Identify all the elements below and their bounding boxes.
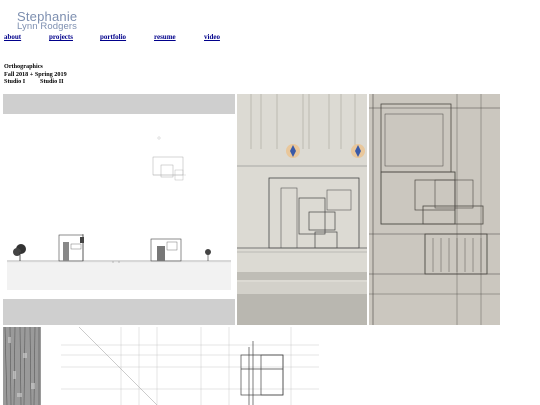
- logo-last-name: Lynn Rodgers: [17, 21, 77, 32]
- site-logo[interactable]: Stephanie Lynn Rodgers: [17, 10, 87, 32]
- nav-link-projects[interactable]: projects: [49, 33, 73, 41]
- gallery-image-line-grid[interactable]: [61, 327, 319, 405]
- gallery-image-pencil-texture[interactable]: [3, 327, 41, 405]
- gallery-image-site-section[interactable]: [3, 94, 235, 325]
- project-semesters: Fall 2018 + Spring 2019: [4, 70, 67, 78]
- project-studios: Studio I Studio II: [4, 78, 67, 86]
- studio-label-1: Studio I: [4, 78, 26, 86]
- nav-link-about[interactable]: about: [4, 33, 21, 41]
- nav-link-video[interactable]: video: [204, 33, 220, 41]
- gallery-image-facade-elevation[interactable]: [369, 94, 500, 325]
- nav-link-resume[interactable]: resume: [154, 33, 176, 41]
- gallery-image-elevation-compass[interactable]: [237, 94, 367, 325]
- studio-label-2: Studio II: [40, 78, 64, 86]
- nav-link-portfolio[interactable]: portfolio: [100, 33, 126, 41]
- project-title: Orthographics: [4, 63, 43, 70]
- project-caption: Orthographics Fall 2018 + Spring 2019 St…: [4, 63, 67, 86]
